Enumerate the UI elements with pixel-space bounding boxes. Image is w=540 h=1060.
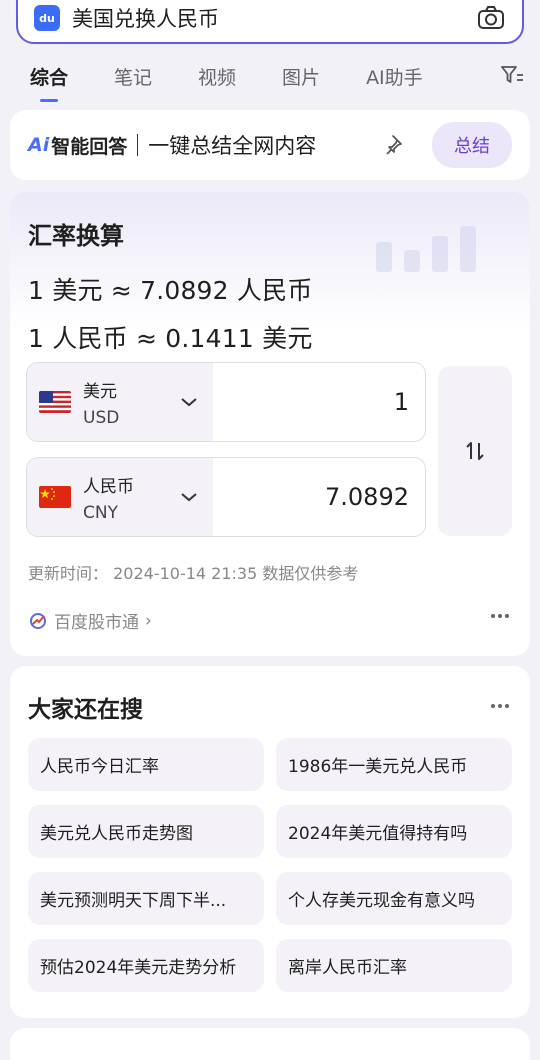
related-search-chip[interactable]: 预估2024年美元走势分析 bbox=[28, 939, 264, 992]
tab-notes[interactable]: 笔记 bbox=[114, 63, 152, 90]
summary-button[interactable]: 总结 bbox=[432, 122, 512, 168]
from-currency-row: 美元 USD 1 bbox=[26, 362, 426, 442]
rate-cny-to-usd: 1 人民币 ≈ 0.1411 美元 bbox=[28, 324, 313, 353]
swap-arrows-icon bbox=[466, 442, 484, 460]
related-search-chip[interactable]: 1986年一美元兑人民币 bbox=[276, 738, 512, 791]
ai-answer-logo: Ai 智能回答 bbox=[28, 132, 127, 159]
related-search-chip[interactable]: 2024年美元值得持有吗 bbox=[276, 805, 512, 858]
next-result-card bbox=[10, 1028, 530, 1060]
filter-icon[interactable] bbox=[500, 64, 524, 86]
related-search-chip[interactable]: 美元兑人民币走势图 bbox=[28, 805, 264, 858]
ai-mark-icon: Ai bbox=[28, 134, 50, 156]
to-currency-select[interactable]: 人民币 CNY bbox=[27, 458, 213, 536]
from-currency-code: USD bbox=[83, 407, 120, 428]
ai-answer-card[interactable]: Ai 智能回答 一键总结全网内容 总结 bbox=[10, 110, 530, 180]
baidu-stock-label: 百度股市通 bbox=[54, 613, 139, 633]
camera-icon[interactable] bbox=[476, 3, 506, 33]
tab-general[interactable]: 综合 bbox=[30, 63, 68, 102]
related-search-chip[interactable]: 美元预测明天下周下半... bbox=[28, 872, 264, 925]
to-currency-code: CNY bbox=[83, 502, 118, 523]
ai-answer-label: 智能回答 bbox=[51, 135, 128, 158]
from-amount-input[interactable]: 1 bbox=[213, 363, 425, 441]
baidu-logo-icon: du bbox=[34, 5, 60, 31]
tab-images[interactable]: 图片 bbox=[282, 63, 320, 90]
baidu-stock-link[interactable]: 百度股市通 › bbox=[28, 608, 152, 633]
currency-converter: 美元 USD 1 人民币 CNY 7.0892 bbox=[26, 362, 512, 538]
related-searches-title: 大家还在搜 bbox=[28, 697, 143, 723]
related-searches-card: 大家还在搜 人民币今日汇率 1986年一美元兑人民币 美元兑人民币走势图 202… bbox=[10, 666, 530, 1018]
divider bbox=[137, 134, 139, 156]
more-options-icon[interactable] bbox=[490, 702, 510, 710]
swap-button[interactable] bbox=[438, 366, 512, 536]
to-currency-row: 人民币 CNY 7.0892 bbox=[26, 457, 426, 537]
tab-ai-assistant[interactable]: AI助手 bbox=[366, 63, 423, 90]
chevron-down-icon bbox=[181, 493, 197, 502]
pin-icon[interactable] bbox=[384, 133, 408, 157]
more-options-icon[interactable] bbox=[490, 612, 510, 620]
exchange-rate-card: 汇率换算 1 美元 ≈ 7.0892 人民币 1 人民币 ≈ 0.1411 美元… bbox=[10, 192, 530, 656]
chevron-down-icon bbox=[181, 398, 197, 407]
to-amount-output[interactable]: 7.0892 bbox=[213, 458, 425, 536]
to-currency-name: 人民币 bbox=[83, 476, 134, 497]
related-search-chip[interactable]: 人民币今日汇率 bbox=[28, 738, 264, 791]
tab-bar: 综合 笔记 视频 图片 AI助手 bbox=[0, 56, 540, 102]
related-search-chip[interactable]: 离岸人民币汇率 bbox=[276, 939, 512, 992]
chart-decoration-icon bbox=[376, 226, 476, 272]
search-input[interactable]: 美国兑换人民币 bbox=[72, 3, 476, 33]
cn-flag-icon bbox=[39, 486, 71, 508]
us-flag-icon bbox=[39, 391, 71, 413]
update-time: 更新时间： 2024-10-14 21:35 数据仅供参考 bbox=[28, 564, 359, 583]
from-currency-select[interactable]: 美元 USD bbox=[27, 363, 213, 441]
search-bar[interactable]: du 美国兑换人民币 bbox=[16, 0, 524, 44]
chevron-right-icon: › bbox=[145, 610, 152, 631]
related-search-chip[interactable]: 个人存美元现金有意义吗 bbox=[276, 872, 512, 925]
related-searches-grid: 人民币今日汇率 1986年一美元兑人民币 美元兑人民币走势图 2024年美元值得… bbox=[28, 738, 512, 992]
tab-videos[interactable]: 视频 bbox=[198, 63, 236, 90]
ai-slogan: 一键总结全网内容 bbox=[148, 134, 317, 158]
from-currency-name: 美元 bbox=[83, 381, 117, 402]
rate-usd-to-cny: 1 美元 ≈ 7.0892 人民币 bbox=[28, 276, 313, 305]
stock-app-icon bbox=[30, 612, 46, 629]
